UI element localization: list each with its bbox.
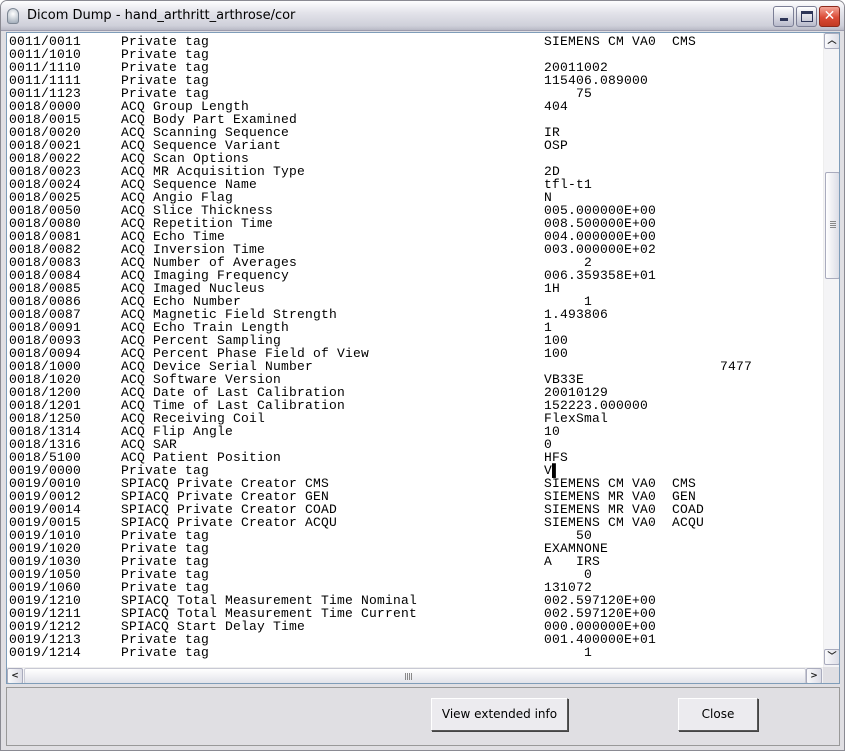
- button-panel: View extended info Close: [6, 687, 840, 746]
- close-button[interactable]: Close: [678, 698, 758, 731]
- close-window-button[interactable]: ✕: [819, 6, 840, 27]
- tag-value: OSP: [544, 138, 569, 153]
- tag-value: 404: [544, 99, 569, 114]
- tag-value: SIEMENS CM VA0 CMS: [544, 34, 697, 49]
- minimize-icon: [780, 18, 788, 21]
- chevron-up-icon: ︿: [827, 36, 837, 46]
- chevron-down-icon: ﹀: [827, 652, 837, 662]
- dicom-app-icon[interactable]: [7, 8, 19, 24]
- horizontal-scrollbar[interactable]: < >: [7, 667, 823, 683]
- view-extended-info-button[interactable]: View extended info: [431, 698, 568, 731]
- title-bar[interactable]: Dicom Dump - hand_arthritt_arthrose/cor …: [1, 1, 844, 31]
- scrollbar-corner: [823, 667, 839, 683]
- horizontal-scroll-thumb[interactable]: [24, 668, 806, 683]
- vertical-scroll-thumb[interactable]: [825, 172, 839, 279]
- scroll-left-button[interactable]: <: [7, 668, 23, 683]
- tag-tag: 0019/1214: [9, 645, 82, 660]
- minimize-button[interactable]: [773, 6, 794, 27]
- maximize-button[interactable]: [796, 6, 817, 27]
- vertical-scrollbar[interactable]: ︿ ﹀: [823, 33, 839, 667]
- maximize-icon: [801, 11, 813, 22]
- close-icon: ✕: [823, 8, 836, 24]
- scroll-up-button[interactable]: ︿: [824, 33, 839, 49]
- scroll-right-button[interactable]: >: [806, 668, 822, 683]
- chevron-right-icon: >: [810, 671, 818, 681]
- window-title: Dicom Dump - hand_arthritt_arthrose/cor: [27, 8, 296, 23]
- tag-description: Private tag: [121, 645, 210, 660]
- tag-value: 1: [544, 645, 593, 660]
- grip-icon: [830, 221, 836, 228]
- dicom-dump-window: Dicom Dump - hand_arthritt_arthrose/cor …: [0, 0, 845, 751]
- scroll-down-button[interactable]: ﹀: [824, 649, 839, 665]
- tag-value: 1.493806: [544, 307, 609, 322]
- grip-icon: [405, 673, 412, 680]
- tag-value: 006.359358E+01: [544, 268, 657, 283]
- dicom-tag-list[interactable]: 0011/0011 Private tag SIEMENS CM VA0 CMS 00…: [6, 32, 840, 684]
- chevron-left-icon: <: [11, 671, 19, 681]
